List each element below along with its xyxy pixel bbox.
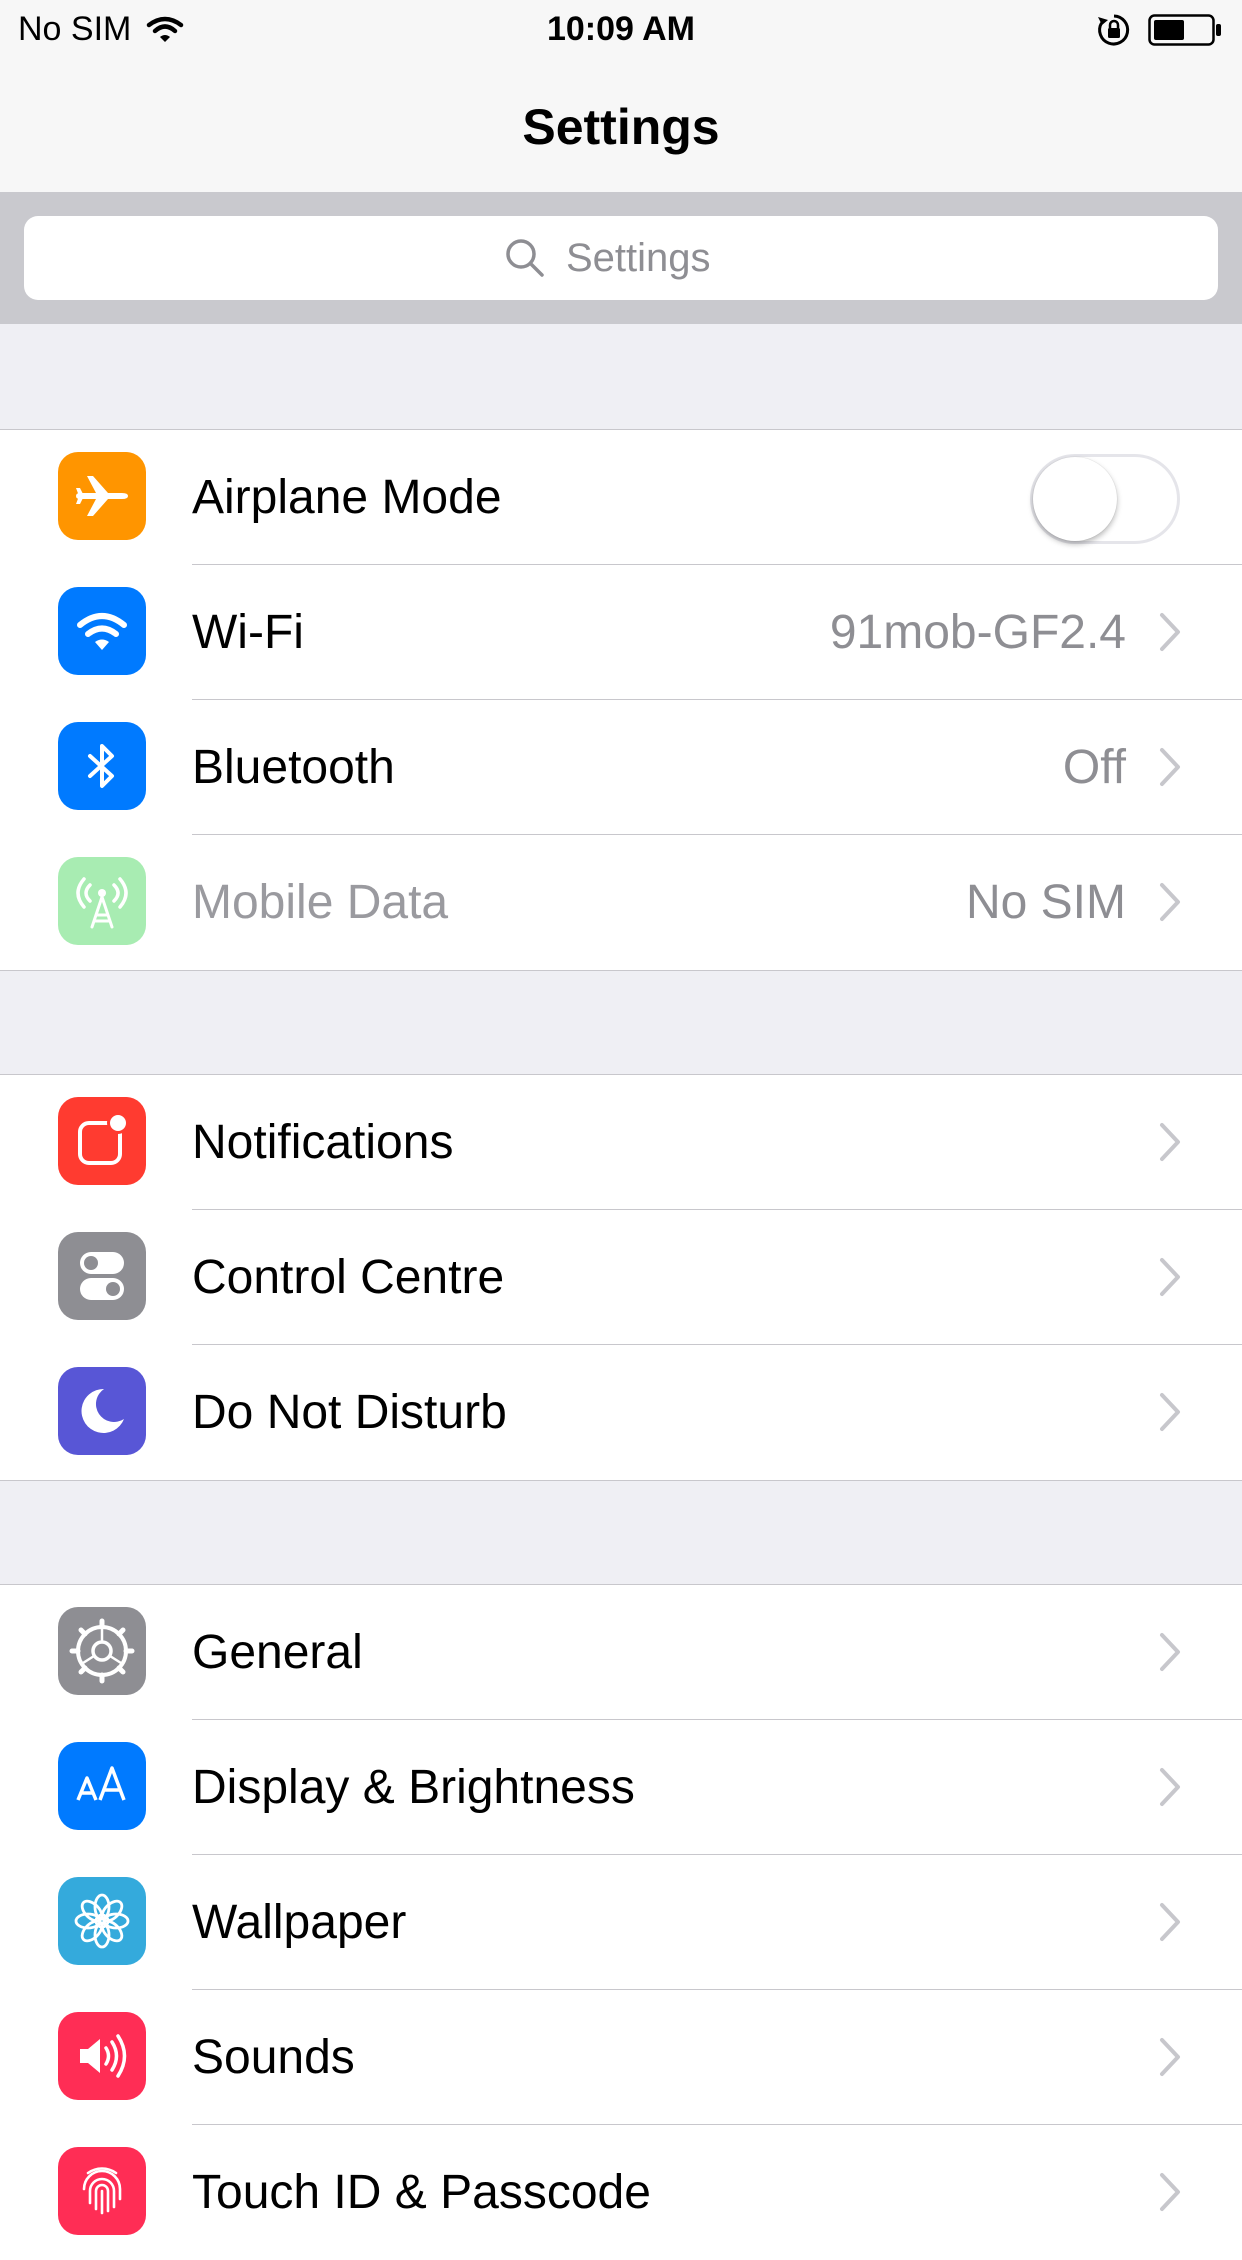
- search-icon: [506, 239, 544, 277]
- antenna-icon: [58, 857, 146, 945]
- notifications-icon: [58, 1097, 146, 1185]
- chevron-right-icon: [1160, 1768, 1180, 1806]
- row-label: General: [192, 1626, 363, 1679]
- search-input[interactable]: [564, 234, 738, 282]
- bluetooth-icon: [58, 722, 146, 810]
- chevron-right-icon: [1160, 748, 1180, 786]
- row-label: Do Not Disturb: [192, 1386, 507, 1439]
- row-control-centre[interactable]: Control Centre: [0, 1210, 1242, 1345]
- chevron-right-icon: [1160, 2038, 1180, 2076]
- speaker-icon: [58, 2012, 146, 2100]
- chevron-right-icon: [1160, 1903, 1180, 1941]
- row-label: Mobile Data: [192, 876, 449, 929]
- search-field[interactable]: [24, 216, 1218, 300]
- moon-icon: [58, 1367, 146, 1455]
- status-time: 10:09 AM: [546, 10, 696, 48]
- battery-icon: [1148, 14, 1221, 46]
- chevron-right-icon: [1160, 883, 1180, 921]
- search-bar: [0, 192, 1242, 324]
- rotation-lock-icon: [1098, 14, 1130, 46]
- switches-icon: [58, 1232, 146, 1320]
- row-label: Airplane Mode: [192, 471, 502, 524]
- page-title: Settings: [522, 99, 720, 155]
- status-bar: No SIM 10:09 AM: [0, 0, 1242, 60]
- settings-group-device: General Display & Brightness Wallpaper S…: [0, 1584, 1242, 2260]
- row-label: Wallpaper: [192, 1896, 407, 1949]
- chevron-right-icon: [1160, 1633, 1180, 1671]
- row-label: Notifications: [192, 1116, 454, 1169]
- airplane-mode-toggle[interactable]: [1030, 454, 1180, 544]
- row-value: Off: [1062, 741, 1126, 794]
- row-bluetooth[interactable]: Bluetooth Off: [0, 700, 1242, 835]
- row-label: Bluetooth: [192, 741, 395, 794]
- row-do-not-disturb[interactable]: Do Not Disturb: [0, 1345, 1242, 1480]
- row-mobile-data[interactable]: Mobile Data No SIM: [0, 835, 1242, 970]
- chevron-right-icon: [1160, 1123, 1180, 1161]
- row-label: Control Centre: [192, 1251, 505, 1304]
- row-touch-id-passcode[interactable]: Touch ID & Passcode: [0, 2125, 1242, 2260]
- row-notifications[interactable]: Notifications: [0, 1075, 1242, 1210]
- chevron-right-icon: [1160, 613, 1180, 651]
- row-label: Touch ID & Passcode: [192, 2166, 651, 2219]
- text-size-icon: [58, 1742, 146, 1830]
- row-airplane-mode[interactable]: Airplane Mode: [0, 430, 1242, 565]
- nav-bar: Settings: [0, 60, 1242, 193]
- gear-icon: [58, 1607, 146, 1695]
- chevron-right-icon: [1160, 1393, 1180, 1431]
- row-label: Sounds: [192, 2031, 355, 2084]
- toggle-knob: [1033, 457, 1117, 541]
- row-general[interactable]: General: [0, 1585, 1242, 1720]
- row-wallpaper[interactable]: Wallpaper: [0, 1855, 1242, 1990]
- wifi-icon: [58, 587, 146, 675]
- row-value: 91mob-GF2.4: [829, 606, 1126, 659]
- fingerprint-icon: [58, 2147, 146, 2235]
- settings-group-connectivity: Airplane Mode Wi-Fi 91mob-GF2.4 Bluetoot…: [0, 429, 1242, 971]
- settings-group-system: Notifications Control Centre Do Not Dist…: [0, 1074, 1242, 1481]
- row-label: Display & Brightness: [192, 1761, 635, 1814]
- flower-icon: [58, 1877, 146, 1965]
- row-wifi[interactable]: Wi-Fi 91mob-GF2.4: [0, 565, 1242, 700]
- row-sounds[interactable]: Sounds: [0, 1990, 1242, 2125]
- chevron-right-icon: [1160, 2173, 1180, 2211]
- chevron-right-icon: [1160, 1258, 1180, 1296]
- row-label: Wi-Fi: [192, 606, 304, 659]
- status-right: [1096, 12, 1222, 48]
- row-display-brightness[interactable]: Display & Brightness: [0, 1720, 1242, 1855]
- row-value: No SIM: [965, 876, 1126, 929]
- airplane-icon: [58, 452, 146, 540]
